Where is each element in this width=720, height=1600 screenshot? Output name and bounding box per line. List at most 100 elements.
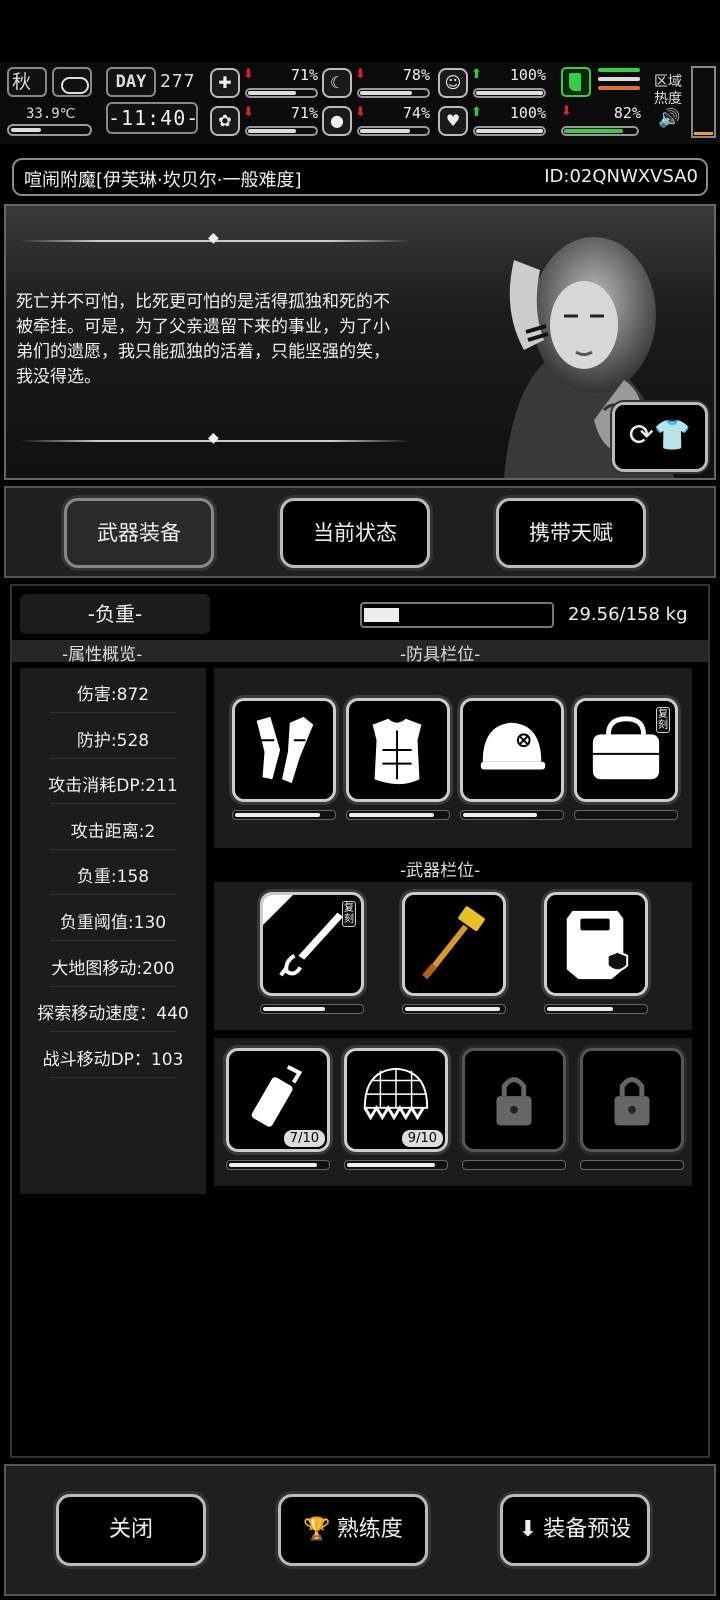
season-indicator: 秋 [7, 67, 47, 97]
vital-bar [473, 126, 546, 136]
vital-stat: ♥ ⬆ 100% [438, 104, 550, 140]
lock-icon [614, 1077, 650, 1126]
equipment-slot[interactable] [402, 892, 506, 996]
heart-icon: ♥ [438, 106, 468, 136]
attribute-row: 负重阈值:130 [20, 908, 206, 941]
region-heat-label: 区域热度 [654, 74, 682, 107]
close-button[interactable]: 关闭 [56, 1494, 206, 1566]
character-title-bar: 喧闹附魔[伊芙琳·坎贝尔·一般难度] ID:02QNWXVSA0 [12, 158, 708, 196]
equipment-slot[interactable] [544, 892, 648, 996]
vital-value: 78% [402, 66, 430, 84]
riot-shield-icon [566, 910, 629, 980]
locked-slot[interactable] [580, 1048, 684, 1152]
trend-down-icon: ⬇ [243, 105, 254, 120]
load-label: -负重- [20, 594, 210, 634]
decorative-divider-top [20, 230, 410, 248]
vital-bar [357, 88, 430, 98]
stamina-lines-icon [598, 68, 640, 95]
game-clock: -11:40- [106, 102, 198, 134]
trophy-icon: 🏆 [303, 1517, 331, 1542]
attributes-header: -属性概览- [62, 645, 143, 665]
attribute-row: 伤害:872 [20, 680, 206, 713]
character-quote: 死亡并不可怕，比死更可怕的是活得孤独和死的不被牵挂。可是，为了父亲遗留下来的事业… [16, 292, 390, 387]
vital-value: 100% [509, 104, 546, 122]
vital-value: 100% [509, 66, 546, 84]
attribute-row: 大地图移动:200 [20, 954, 206, 987]
trend-down-icon: ⬇ [355, 105, 366, 120]
body-armor-icon [372, 718, 422, 785]
thermometer-icon [7, 124, 92, 136]
status-bar: 秋 33.9℃ DAY 277 -11:40- ✚ ⬇ 71% ☾ ⬇ 78% ☺ ⬆ 100%… [0, 62, 720, 144]
tab-carried-talents[interactable]: 携带天赋 [496, 498, 646, 568]
vital-value: 71% [290, 66, 318, 84]
weapons-header: -武器栏位- [400, 861, 481, 881]
medkit-icon: ✚ [210, 68, 240, 98]
equipment-slot[interactable] [232, 698, 336, 802]
vital-stat: ✚ ⬇ 71% [210, 66, 322, 102]
change-outfit-button[interactable]: ⟳👕 [612, 402, 708, 472]
syringe-icon [251, 1065, 303, 1127]
gauntlets-icon [256, 716, 314, 784]
proficiency-button[interactable]: 🏆 熟练度 [278, 1494, 428, 1566]
paw-corner-icon [263, 895, 293, 925]
heat-meter [691, 66, 716, 138]
preset-label: 装备预设 [543, 1517, 632, 1542]
replica-tag: 复刻 [342, 901, 356, 927]
armor-header: -防具栏位- [400, 645, 481, 665]
lock-icon [496, 1077, 532, 1126]
durability-bar [226, 1160, 330, 1170]
net-trap-icon [363, 1067, 429, 1121]
durability-bar [260, 1004, 364, 1014]
stamina-value: 82% [613, 104, 641, 122]
hammer-icon [422, 906, 485, 980]
trend-up-icon: ⬆ [471, 67, 482, 82]
vital-bar [245, 126, 318, 136]
equipment-slot[interactable]: 复刻 [574, 698, 678, 802]
durability-bar [232, 810, 336, 820]
attribute-row: 探索移动速度：440 [20, 999, 206, 1033]
tab-current-status[interactable]: 当前状态 [280, 498, 430, 568]
vital-bar [357, 126, 430, 136]
item-count: 7/10 [283, 1130, 325, 1147]
locked-slot[interactable] [462, 1048, 566, 1152]
tab-bar: 武器装备 当前状态 携带天赋 [4, 486, 716, 578]
character-id: ID:02QNWXVSA0 [544, 166, 698, 187]
equipment-slot[interactable] [346, 698, 450, 802]
item-count: 9/10 [401, 1130, 443, 1147]
equipment-panel: -负重- 29.56/158 kg -属性概览- -防具栏位- 伤害:872 防护… [10, 584, 710, 1458]
load-value: 29.56/158 kg [568, 604, 688, 625]
attribute-row: 防护:528 [20, 726, 206, 759]
durability-bar [460, 810, 564, 820]
bag-icon [592, 716, 660, 780]
durability-bar [544, 1004, 648, 1014]
equipment-slot[interactable] [460, 698, 564, 802]
vital-stat: ✿ ⬇ 71% [210, 104, 322, 140]
vital-value: 74% [402, 104, 430, 122]
speaker-icon[interactable]: 🔊 [658, 108, 680, 129]
durability-bar [344, 1160, 448, 1170]
preset-icon: ⬇ [518, 1517, 538, 1542]
equipment-slot[interactable]: 复刻 [260, 892, 364, 996]
proficiency-label: 熟练度 [336, 1517, 403, 1542]
equipment-slot[interactable]: 9/10 [344, 1048, 448, 1152]
stomach-icon: ☾ [322, 68, 352, 98]
attribute-row: 攻击消耗DP:211 [20, 771, 206, 805]
vital-stat: ☾ ⬇ 78% [322, 66, 434, 102]
trend-up-icon: ⬆ [471, 105, 482, 120]
temperature-value: 33.9℃ [26, 106, 76, 122]
day-number: 277 [160, 71, 196, 92]
attribute-row: 负重:158 [20, 862, 206, 896]
attributes-list: 伤害:872 防护:528 攻击消耗DP:211 攻击距离:2 负重:158 负重阈值:1… [20, 668, 206, 1194]
vital-stat: ☺ ⬆ 100% [438, 66, 550, 102]
equipment-preset-button[interactable]: ⬇ 装备预设 [500, 1494, 650, 1566]
day-label: DAY [106, 67, 156, 97]
equipment-slot[interactable]: 7/10 [226, 1048, 330, 1152]
trend-down-icon: ⬇ [355, 67, 366, 82]
stamina-boot-icon [561, 67, 591, 97]
vital-stat: ● ⬇ 74% [322, 104, 434, 140]
stamina-stat: ⬇ 82% [561, 104, 643, 140]
weather-cloud-icon [52, 67, 92, 97]
tab-weapons-equipment[interactable]: 武器装备 [64, 498, 214, 568]
mood-icon: ☺ [438, 68, 468, 98]
stamina-bar [561, 126, 639, 136]
